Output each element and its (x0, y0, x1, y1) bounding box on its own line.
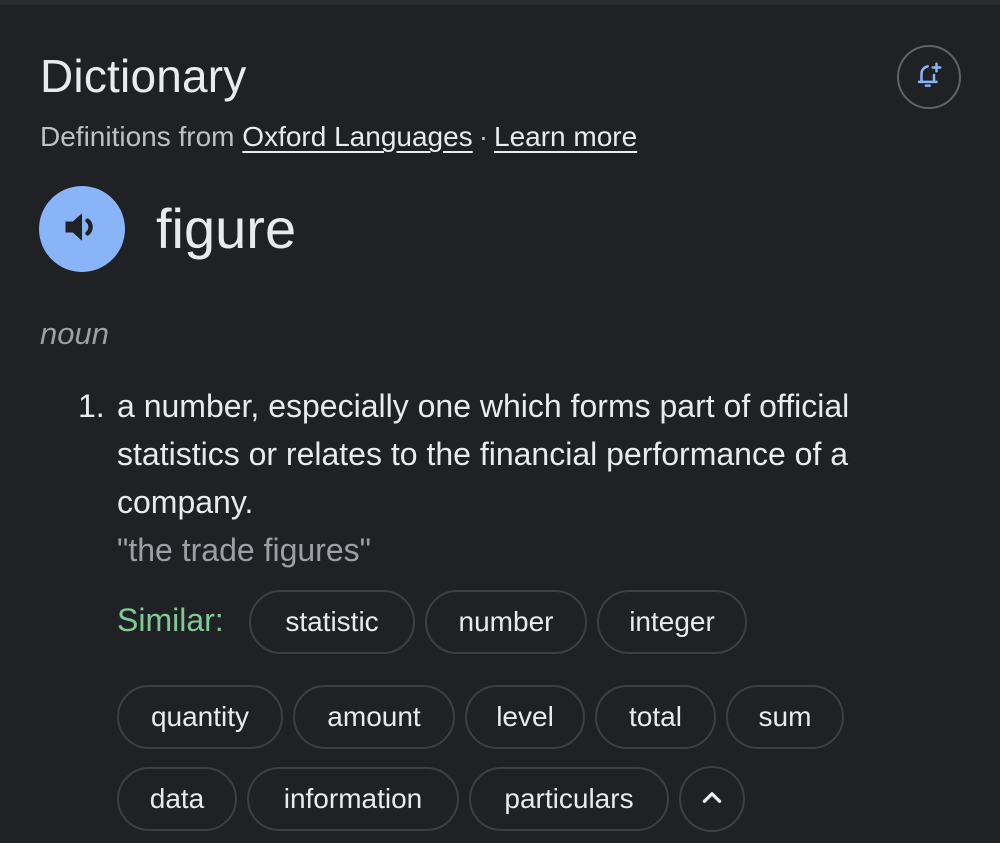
source-prefix: Definitions from (40, 121, 235, 152)
set-alert-button[interactable] (897, 45, 961, 109)
bell-plus-icon (914, 60, 944, 95)
similar-chip[interactable]: total (595, 685, 716, 749)
similar-chip[interactable]: data (117, 767, 237, 831)
definition-source: Definitions from Oxford Languages · Learn … (40, 119, 637, 155)
similar-chip[interactable]: level (465, 685, 585, 749)
dictionary-card: Dictionary Definitions from Oxford Langu… (0, 0, 1000, 843)
similar-chip[interactable]: statistic (249, 590, 415, 654)
similar-chip[interactable]: amount (293, 685, 455, 749)
headword: figure (156, 197, 297, 260)
similar-label: Similar: (117, 602, 224, 638)
learn-more-link[interactable]: Learn more (494, 121, 637, 152)
similar-chip[interactable]: particulars (469, 767, 669, 831)
definition-text: a number, especially one which forms par… (117, 388, 850, 520)
collapse-similar-button[interactable] (679, 766, 745, 832)
similar-chip[interactable]: integer (597, 590, 747, 654)
definition-example: "the trade figures" (117, 532, 371, 568)
pronounce-button[interactable] (39, 186, 125, 272)
source-separator: · (478, 121, 489, 152)
speaker-icon (60, 205, 104, 254)
similar-chip[interactable]: quantity (117, 685, 283, 749)
similar-chip[interactable]: information (247, 767, 459, 831)
similar-chip[interactable]: number (425, 590, 587, 654)
definition-number: 1. (78, 388, 105, 424)
oxford-languages-link[interactable]: Oxford Languages (242, 121, 472, 152)
part-of-speech: noun (40, 316, 109, 351)
card-title: Dictionary (40, 50, 247, 102)
chevron-up-icon (699, 784, 725, 815)
similar-chip[interactable]: sum (726, 685, 844, 749)
top-divider (0, 0, 1000, 5)
